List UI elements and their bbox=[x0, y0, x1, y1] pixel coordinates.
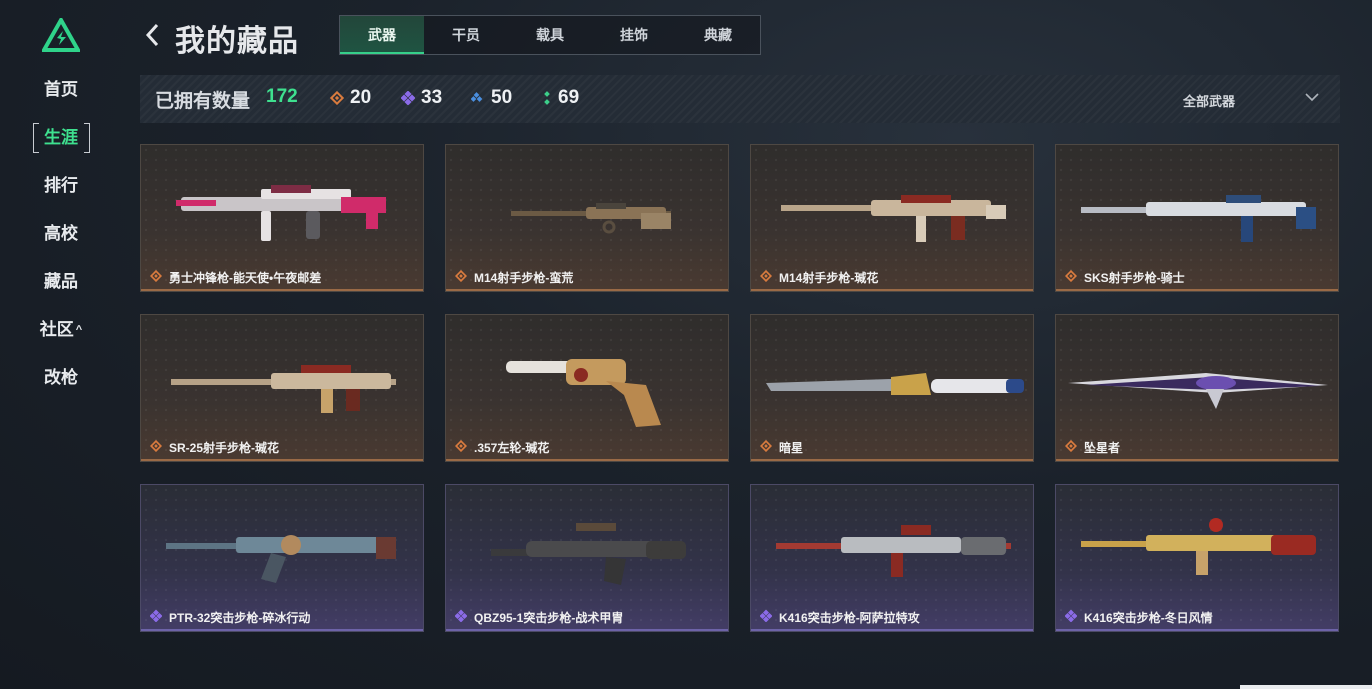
tab-operators[interactable]: 干员 bbox=[424, 16, 508, 54]
rarity-count: 50 bbox=[491, 87, 513, 108]
chevron-up-icon: ^ bbox=[75, 324, 83, 336]
rarity-count: 20 bbox=[350, 87, 372, 108]
rarity-count: 69 bbox=[558, 87, 580, 108]
bottom-edge-strip bbox=[1240, 685, 1372, 689]
weapon-image bbox=[176, 185, 386, 241]
purple-diamond-icon bbox=[401, 91, 415, 105]
orange-diamond-icon bbox=[150, 440, 162, 452]
nav-item-college[interactable]: 高校 bbox=[0, 218, 122, 250]
weapon-name: PTR-32突击步枪-碎冰行动 bbox=[169, 611, 311, 625]
chevron-down-icon bbox=[1305, 93, 1319, 102]
orange-diamond-icon bbox=[760, 270, 772, 282]
nav-item-label: 首页 bbox=[44, 80, 78, 99]
weapon-card[interactable]: M14射手步枪-瑊花 bbox=[750, 144, 1034, 292]
orange-diamond-icon bbox=[455, 270, 467, 282]
orange-diamond-icon bbox=[330, 91, 344, 105]
weapon-image bbox=[511, 203, 671, 234]
rarity-count-orange: 20 bbox=[330, 87, 371, 109]
weapon-grid: 勇士冲锋枪-能天使•午夜邮差 M14射手步枪-蛮荒 M14射手步枪-瑊花 SKS… bbox=[140, 144, 1340, 634]
rarity-count: 33 bbox=[421, 87, 443, 108]
weapon-card[interactable]: PTR-32突击步枪-碎冰行动 bbox=[140, 484, 424, 632]
nav-item-label: 排行 bbox=[44, 176, 78, 195]
weapon-image bbox=[1068, 373, 1328, 409]
orange-diamond-icon bbox=[455, 440, 467, 452]
purple-diamond-icon bbox=[455, 610, 467, 622]
weapon-card[interactable]: 暗星 bbox=[750, 314, 1034, 462]
weapon-card[interactable]: K416突击步枪-阿萨拉特攻 bbox=[750, 484, 1034, 632]
filter-label: 全部武器 bbox=[1183, 94, 1236, 109]
stats-bar: 已拥有数量 172 20 33 50 69 全部武器 bbox=[140, 75, 1340, 123]
weapon-card[interactable]: SR-25射手步枪-瑊花 bbox=[140, 314, 424, 462]
weapon-image bbox=[491, 523, 686, 585]
logo-icon[interactable] bbox=[42, 18, 80, 52]
nav-item-home[interactable]: 首页 bbox=[0, 74, 122, 106]
weapon-name: SKS射手步枪-骑士 bbox=[1084, 271, 1185, 285]
weapon-name: K416突击步枪-阿萨拉特攻 bbox=[779, 611, 920, 625]
weapon-name: 勇士冲锋枪-能天使•午夜邮差 bbox=[169, 271, 322, 285]
page-title: 我的藏品 bbox=[175, 25, 299, 58]
blue-diamond-icon bbox=[471, 92, 483, 102]
nav-item-gunsmith[interactable]: 改枪 bbox=[0, 362, 122, 394]
orange-diamond-icon bbox=[1065, 270, 1077, 282]
tab-vehicles[interactable]: 载具 bbox=[508, 16, 592, 54]
nav-item-label: 改枪 bbox=[44, 368, 78, 387]
nav-item-career[interactable]: 生涯 bbox=[0, 122, 122, 154]
weapon-card[interactable]: SKS射手步枪-骑士 bbox=[1055, 144, 1339, 292]
weapon-image bbox=[776, 525, 1011, 577]
orange-diamond-icon bbox=[760, 440, 772, 452]
green-diamond-icon bbox=[544, 91, 550, 105]
purple-diamond-icon bbox=[1065, 610, 1077, 622]
purple-diamond-icon bbox=[150, 610, 162, 622]
active-bracket bbox=[33, 123, 90, 153]
owned-count: 172 bbox=[266, 86, 298, 107]
orange-diamond-icon bbox=[150, 270, 162, 282]
weapon-card[interactable]: .357左轮-瑊花 bbox=[445, 314, 729, 462]
weapon-card[interactable]: 坠星者 bbox=[1055, 314, 1339, 462]
weapon-name: .357左轮-瑊花 bbox=[474, 441, 550, 455]
rarity-count-green: 69 bbox=[542, 87, 579, 109]
nav-item-label: 社区 bbox=[39, 320, 74, 339]
nav-item-ranking[interactable]: 排行 bbox=[0, 170, 122, 202]
weapon-name: M14射手步枪-瑊花 bbox=[779, 271, 879, 285]
back-arrow-icon[interactable] bbox=[142, 20, 164, 50]
nav-item-label: 高校 bbox=[44, 224, 78, 243]
weapon-name: QBZ95-1突击步枪-战术甲胄 bbox=[474, 611, 624, 625]
weapon-name: M14射手步枪-蛮荒 bbox=[474, 271, 574, 285]
weapon-name: K416突击步枪-冬日风情 bbox=[1084, 611, 1213, 625]
weapon-filter-dropdown[interactable]: 全部武器 bbox=[1180, 75, 1320, 123]
weapon-card[interactable]: K416突击步枪-冬日风情 bbox=[1055, 484, 1339, 632]
weapon-name: 坠星者 bbox=[1084, 441, 1121, 455]
weapon-image bbox=[166, 535, 396, 583]
tab-collectibles[interactable]: 典藏 bbox=[676, 16, 760, 54]
category-tabs: 武器 干员 载具 挂饰 典藏 bbox=[339, 15, 761, 55]
rarity-count-purple: 33 bbox=[401, 87, 442, 109]
weapon-card[interactable]: QBZ95-1突击步枪-战术甲胄 bbox=[445, 484, 729, 632]
rarity-count-blue: 50 bbox=[471, 87, 512, 109]
weapon-image bbox=[1081, 518, 1316, 575]
weapon-card[interactable]: 勇士冲锋枪-能天使•午夜邮差 bbox=[140, 144, 424, 292]
weapon-card[interactable]: M14射手步枪-蛮荒 bbox=[445, 144, 729, 292]
tab-weapons[interactable]: 武器 bbox=[340, 16, 424, 54]
nav-item-community[interactable]: 社区 ^ bbox=[0, 314, 122, 346]
weapon-image bbox=[171, 365, 396, 413]
weapon-image bbox=[1081, 195, 1316, 242]
owned-label: 已拥有数量 bbox=[155, 91, 251, 112]
nav-item-collection[interactable]: 藏品 bbox=[0, 266, 122, 298]
weapon-name: SR-25射手步枪-瑊花 bbox=[169, 441, 280, 455]
sidebar: 首页 生涯 排行 高校 藏品 社区 ^ 改枪 bbox=[0, 0, 122, 689]
weapon-image bbox=[506, 359, 661, 427]
purple-diamond-icon bbox=[760, 610, 772, 622]
weapon-image bbox=[766, 373, 1024, 395]
tab-charms[interactable]: 挂饰 bbox=[592, 16, 676, 54]
weapon-image bbox=[781, 195, 1006, 242]
orange-diamond-icon bbox=[1065, 440, 1077, 452]
nav-item-label: 藏品 bbox=[44, 272, 78, 291]
weapon-name: 暗星 bbox=[779, 441, 804, 455]
